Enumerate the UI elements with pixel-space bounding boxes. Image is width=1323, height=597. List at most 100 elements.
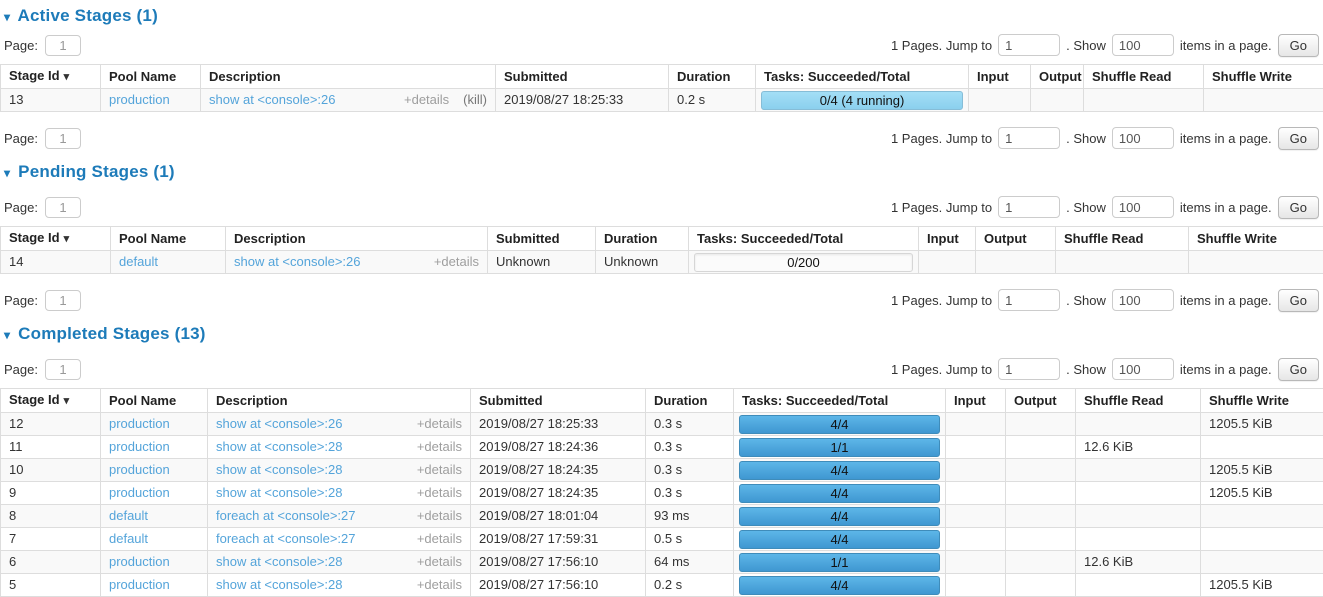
submitted-cell: 2019/08/27 18:24:35	[471, 459, 646, 482]
col-header-duration[interactable]: Duration	[596, 227, 689, 251]
pool-name-link[interactable]: default	[119, 254, 158, 269]
jump-to-input[interactable]	[998, 127, 1060, 149]
shuffle-write-cell	[1201, 528, 1323, 551]
active-stages-title: Active Stages (1)	[18, 6, 158, 25]
pool-name-link[interactable]: default	[109, 531, 148, 546]
jump-to-input[interactable]	[998, 358, 1060, 380]
col-header-duration[interactable]: Duration	[669, 65, 756, 89]
col-header-description[interactable]: Description	[226, 227, 488, 251]
col-header-pool-name[interactable]: Pool Name	[111, 227, 226, 251]
items-per-page-input[interactable]	[1112, 34, 1174, 56]
stage-id-cell: 12	[1, 413, 101, 436]
details-toggle-link[interactable]: +details	[417, 463, 462, 477]
stage-description-link[interactable]: show at <console>:26	[209, 93, 335, 107]
col-header-submitted[interactable]: Submitted	[496, 65, 669, 89]
col-header-description[interactable]: Description	[201, 65, 496, 89]
shuffle-write-cell	[1201, 551, 1323, 574]
col-header-submitted[interactable]: Submitted	[471, 389, 646, 413]
col-header-shuffle-write[interactable]: Shuffle Write	[1204, 65, 1323, 89]
stage-description-link[interactable]: show at <console>:28	[216, 486, 342, 500]
pool-name-link[interactable]: production	[109, 92, 170, 107]
duration-cell: Unknown	[596, 251, 689, 274]
jump-to-input[interactable]	[998, 34, 1060, 56]
col-header-output[interactable]: Output	[1006, 389, 1076, 413]
stage-description-link[interactable]: show at <console>:26	[234, 255, 360, 269]
input-cell	[946, 482, 1006, 505]
col-header-shuffle-read[interactable]: Shuffle Read	[1076, 389, 1201, 413]
details-toggle-link[interactable]: +details	[417, 440, 462, 454]
shuffle-read-cell	[1076, 459, 1201, 482]
col-header-pool-name[interactable]: Pool Name	[101, 389, 208, 413]
details-toggle-link[interactable]: +details	[417, 509, 462, 523]
col-header-stage-id[interactable]: Stage Id▾	[1, 227, 111, 251]
pool-name-link[interactable]: production	[109, 439, 170, 454]
page-number-input[interactable]	[45, 290, 81, 311]
output-cell	[1006, 574, 1076, 597]
col-header-stage-id[interactable]: Stage Id▾	[1, 389, 101, 413]
page-number-input[interactable]	[45, 197, 81, 218]
details-toggle-link[interactable]: +details	[417, 417, 462, 431]
items-per-page-input[interactable]	[1112, 289, 1174, 311]
shuffle-read-cell: 12.6 KiB	[1076, 551, 1201, 574]
details-toggle-link[interactable]: +details	[404, 93, 449, 107]
pending-stages-heading[interactable]: ▾ Pending Stages (1)	[4, 162, 1319, 182]
pool-name-link[interactable]: default	[109, 508, 148, 523]
pending-stages-table: Stage Id▾ Pool Name Description Submitte…	[0, 226, 1323, 274]
details-toggle-link[interactable]: +details	[417, 555, 462, 569]
col-header-tasks[interactable]: Tasks: Succeeded/Total	[734, 389, 946, 413]
col-header-input[interactable]: Input	[969, 65, 1031, 89]
col-header-shuffle-read[interactable]: Shuffle Read	[1056, 227, 1189, 251]
stage-description-link[interactable]: show at <console>:28	[216, 463, 342, 477]
completed-stages-heading[interactable]: ▾ Completed Stages (13)	[4, 324, 1319, 344]
col-header-shuffle-write[interactable]: Shuffle Write	[1201, 389, 1323, 413]
page-number-input[interactable]	[45, 35, 81, 56]
details-toggle-link[interactable]: +details	[417, 486, 462, 500]
tasks-progress-bar: 4/4	[739, 507, 940, 526]
stage-description-link[interactable]: foreach at <console>:27	[216, 532, 356, 546]
jump-to-input[interactable]	[998, 196, 1060, 218]
pool-name-link[interactable]: production	[109, 416, 170, 431]
col-header-input[interactable]: Input	[919, 227, 976, 251]
details-toggle-link[interactable]: +details	[434, 255, 479, 269]
go-button[interactable]: Go	[1278, 34, 1319, 57]
go-button[interactable]: Go	[1278, 196, 1319, 219]
go-button[interactable]: Go	[1278, 127, 1319, 150]
go-button[interactable]: Go	[1278, 289, 1319, 312]
active-stages-heading[interactable]: ▾ Active Stages (1)	[4, 6, 1319, 26]
pool-name-link[interactable]: production	[109, 577, 170, 592]
submitted-cell: 2019/08/27 18:01:04	[471, 505, 646, 528]
page-number-input[interactable]	[45, 359, 81, 380]
stage-description-link[interactable]: show at <console>:28	[216, 555, 342, 569]
items-per-page-input[interactable]	[1112, 358, 1174, 380]
col-header-input[interactable]: Input	[946, 389, 1006, 413]
col-header-pool-name[interactable]: Pool Name	[101, 65, 201, 89]
col-header-description[interactable]: Description	[208, 389, 471, 413]
kill-stage-link[interactable]: (kill)	[463, 93, 487, 107]
stage-description-link[interactable]: show at <console>:28	[216, 440, 342, 454]
jump-to-input[interactable]	[998, 289, 1060, 311]
page-label: Page:	[4, 362, 38, 377]
col-header-stage-id[interactable]: Stage Id▾	[1, 65, 101, 89]
col-header-tasks[interactable]: Tasks: Succeeded/Total	[756, 65, 969, 89]
pool-name-link[interactable]: production	[109, 554, 170, 569]
col-header-submitted[interactable]: Submitted	[488, 227, 596, 251]
go-button[interactable]: Go	[1278, 358, 1319, 381]
details-toggle-link[interactable]: +details	[417, 578, 462, 592]
stage-description-link[interactable]: foreach at <console>:27	[216, 509, 356, 523]
pending-stages-title: Pending Stages (1)	[18, 162, 175, 181]
items-per-page-input[interactable]	[1112, 196, 1174, 218]
col-header-duration[interactable]: Duration	[646, 389, 734, 413]
pool-name-link[interactable]: production	[109, 485, 170, 500]
pool-name-link[interactable]: production	[109, 462, 170, 477]
col-header-shuffle-write[interactable]: Shuffle Write	[1189, 227, 1323, 251]
col-header-output[interactable]: Output	[1031, 65, 1084, 89]
page-number-input[interactable]	[45, 128, 81, 149]
col-header-shuffle-read[interactable]: Shuffle Read	[1084, 65, 1204, 89]
col-header-output[interactable]: Output	[976, 227, 1056, 251]
stage-description-link[interactable]: show at <console>:28	[216, 578, 342, 592]
items-per-page-input[interactable]	[1112, 127, 1174, 149]
details-toggle-link[interactable]: +details	[417, 532, 462, 546]
col-header-tasks[interactable]: Tasks: Succeeded/Total	[689, 227, 919, 251]
stage-description-link[interactable]: show at <console>:26	[216, 417, 342, 431]
page-label: Page:	[4, 131, 38, 146]
